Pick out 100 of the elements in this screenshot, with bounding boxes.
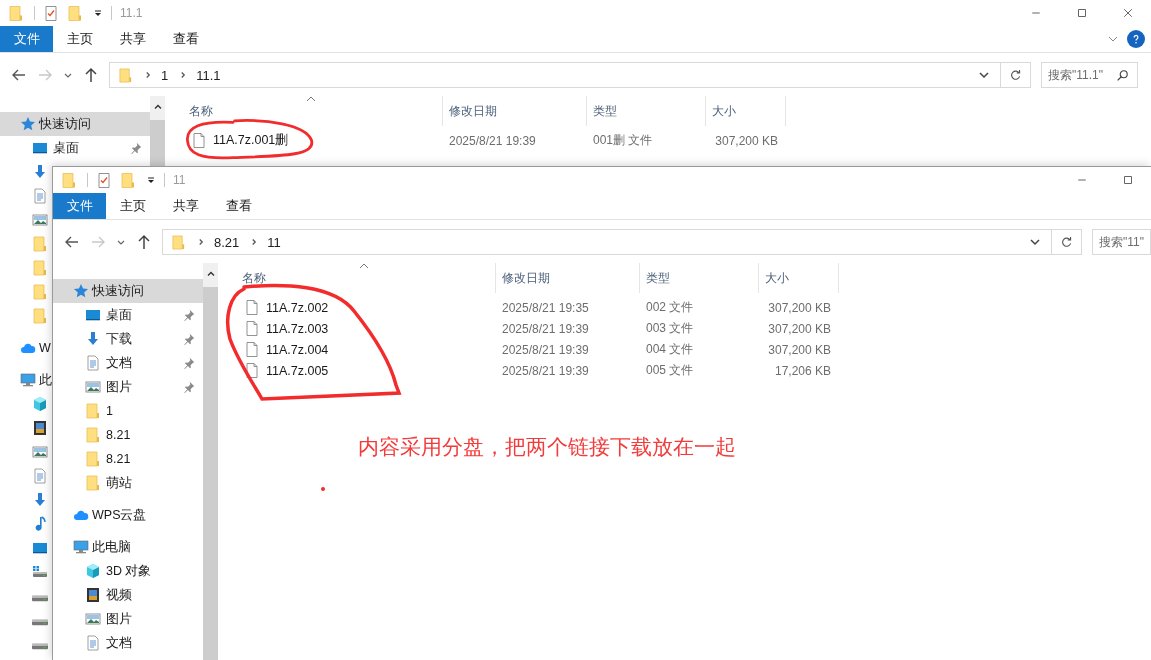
sidebar-item[interactable]: 文档: [53, 351, 203, 375]
breadcrumb-item[interactable]: 11: [267, 234, 281, 250]
ribbon-tab[interactable]: 查看: [159, 26, 212, 52]
scrollbar[interactable]: [150, 96, 165, 166]
column-header[interactable]: 类型: [639, 263, 758, 293]
sidebar-item[interactable]: 图片: [53, 375, 203, 399]
cube-icon: [85, 563, 101, 579]
sidebar-item[interactable]: W: [0, 336, 51, 360]
date-cell: 2025/8/21 19:39: [502, 363, 589, 378]
column-header[interactable]: 大小: [758, 263, 839, 293]
sidebar-item[interactable]: 桌面: [53, 303, 203, 327]
file-name[interactable]: 11A.7z.002: [266, 300, 329, 315]
sort-up-icon: [306, 96, 316, 102]
sidebar-item[interactable]: 此电脑: [53, 535, 131, 559]
sidebar-item[interactable]: 萌站: [53, 471, 132, 495]
search-icon[interactable]: [1116, 68, 1129, 82]
column-header[interactable]: 大小: [705, 96, 786, 126]
folder-icon[interactable]: [8, 4, 24, 22]
search-field[interactable]: 搜索"11.1": [1041, 62, 1138, 88]
pin-icon[interactable]: [183, 333, 195, 345]
pin-icon[interactable]: [183, 357, 195, 369]
scroll-up-icon[interactable]: [205, 269, 216, 279]
column-header[interactable]: 修改日期: [442, 96, 586, 126]
sort-up-icon: [359, 263, 369, 269]
ribbon-tab[interactable]: 查看: [212, 193, 265, 219]
file-name[interactable]: 11A.7z.001删: [213, 132, 289, 149]
refresh-icon: [1060, 235, 1073, 249]
drive-icon: [32, 642, 48, 650]
folder-icon: [85, 451, 101, 467]
file-icon: [244, 341, 260, 358]
breadcrumb-item[interactable]: 1: [161, 67, 169, 83]
ribbon-tab[interactable]: 共享: [106, 26, 159, 52]
column-header[interactable]: 修改日期: [495, 263, 639, 293]
help-button[interactable]: [1127, 30, 1145, 48]
size-cell: 17,206 KB: [774, 363, 831, 378]
folder-icon[interactable]: [120, 171, 136, 189]
sidebar-item[interactable]: 视频: [53, 583, 132, 607]
sidebar-item[interactable]: 快速访问: [53, 279, 203, 303]
sidebar-item[interactable]: 3D 对象: [53, 559, 152, 583]
address-bar[interactable]: 1 11.1: [109, 62, 1031, 88]
breadcrumb-item[interactable]: 11.1: [196, 67, 221, 83]
drive-icon: [32, 564, 48, 580]
ribbon-tab[interactable]: 文件: [53, 193, 106, 219]
chevron-down-icon[interactable]: [1029, 236, 1041, 248]
sidebar-item[interactable]: 快速访问: [0, 112, 150, 136]
sidebar-item[interactable]: 桌面: [0, 136, 150, 160]
sidebar-item[interactable]: 图片: [53, 607, 132, 631]
sidebar-item[interactable]: WPS云盘: [53, 503, 147, 527]
up-arrow-icon[interactable]: [83, 67, 99, 83]
file-icon: [244, 362, 260, 379]
date-cell: 2025/8/21 19:39: [502, 321, 589, 336]
ribbon-tab[interactable]: 共享: [159, 193, 212, 219]
maximize-icon: [1122, 174, 1134, 186]
file-name[interactable]: 11A.7z.005: [266, 363, 329, 378]
dropdown-icon[interactable]: [146, 175, 156, 185]
checklist-icon[interactable]: [43, 4, 59, 22]
folder-icon[interactable]: [61, 171, 77, 189]
column-header[interactable]: 名称: [218, 263, 495, 293]
back-arrow-icon[interactable]: [11, 67, 27, 83]
address-bar[interactable]: 8.21 11: [162, 229, 1082, 255]
checklist-icon[interactable]: [96, 171, 112, 189]
file-icon: [244, 320, 260, 337]
star-icon: [73, 283, 89, 299]
sidebar-item[interactable]: 此: [0, 368, 52, 392]
annotation-text: 内容采用分盘，把两个链接下载放在一起: [358, 434, 736, 460]
folder-icon: [32, 236, 48, 252]
sidebar-item[interactable]: 文档: [53, 631, 132, 655]
star-icon: [20, 116, 36, 132]
pin-icon[interactable]: [183, 381, 195, 393]
folder-icon[interactable]: [67, 4, 83, 22]
ribbon-tab[interactable]: 主页: [106, 193, 159, 219]
ribbon-tab[interactable]: 文件: [0, 26, 53, 52]
file-name[interactable]: 11A.7z.003: [266, 321, 329, 336]
size-cell: 307,200 KB: [768, 300, 831, 315]
sidebar-item[interactable]: 8.21: [53, 447, 131, 471]
sidebar-item[interactable]: 下载: [53, 327, 203, 351]
folder-icon: [85, 403, 101, 419]
folder-icon: [85, 427, 101, 443]
search-field[interactable]: 搜索"11": [1092, 229, 1151, 255]
question-mark-icon: [1131, 33, 1141, 45]
up-arrow-icon[interactable]: [136, 234, 152, 250]
sidebar-item[interactable]: 1: [53, 399, 113, 423]
breadcrumb-item[interactable]: 8.21: [214, 234, 240, 250]
chevron-down-icon[interactable]: [978, 69, 990, 81]
size-cell: 307,200 KB: [715, 133, 778, 148]
column-header[interactable]: 类型: [586, 96, 705, 126]
scroll-up-icon[interactable]: [152, 102, 163, 112]
back-arrow-icon[interactable]: [64, 234, 80, 250]
sidebar-item[interactable]: 8.21: [53, 423, 131, 447]
pin-icon[interactable]: [130, 142, 142, 154]
file-name[interactable]: 11A.7z.004: [266, 342, 329, 357]
ribbon-tab[interactable]: 主页: [53, 26, 106, 52]
scrollbar-thumb[interactable]: [150, 120, 165, 166]
pin-icon[interactable]: [183, 309, 195, 321]
maximize-icon: [1076, 7, 1088, 19]
size-cell: 307,200 KB: [768, 342, 831, 357]
column-header[interactable]: 名称: [165, 96, 442, 126]
dropdown-icon[interactable]: [93, 8, 103, 18]
film-icon: [32, 420, 48, 436]
refresh-icon: [1009, 68, 1022, 82]
